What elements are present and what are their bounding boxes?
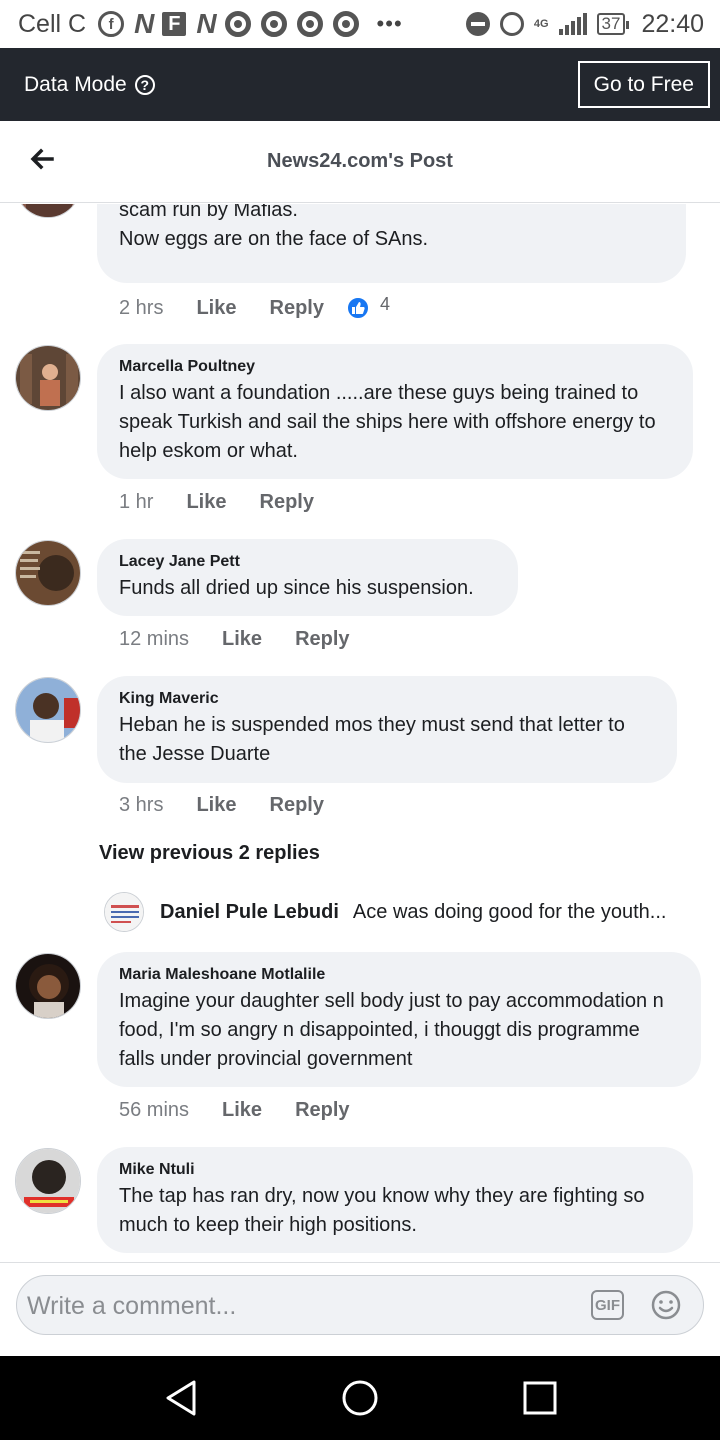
comment-bubble: scam run by Mafias. Now eggs are on the … [97,204,686,283]
reply-avatar[interactable] [104,892,144,932]
facebook-icon: f [98,11,125,37]
commenter-avatar[interactable] [15,345,81,411]
like-button[interactable]: Like [196,794,236,817]
reply-button[interactable]: Reply [295,1099,349,1122]
system-nav-bar [0,1356,720,1440]
nav-recent-apps-icon[interactable] [522,1378,558,1418]
comment-time: 2 hrs [119,296,164,319]
comment-actions: 12 mins Like Reply [119,628,350,651]
reply-text: Ace was doing good for the youth... [352,900,667,923]
like-reaction-icon[interactable] [345,296,370,320]
comments-list[interactable]: scam run by Mafias. Now eggs are on the … [0,204,720,1262]
comment-text: Imagine your daughter sell body just to … [119,990,664,1070]
comment-text: scam run by Mafias. Now eggs are on the … [119,204,429,250]
reply-button[interactable]: Reply [260,491,314,514]
nav-back-icon[interactable] [164,1378,198,1418]
comment-bubble: Marcella Poultney I also want a foundati… [97,344,693,479]
data-mode-bar: Data Mode ? Go to Free [0,48,720,121]
signal-icon [558,13,587,35]
comment-bubble: Maria Maleshoane Motlalile Imagine your … [97,952,701,1087]
comment-actions: 56 mins Like Reply [119,1099,350,1122]
comment-time: 56 mins [119,1099,190,1121]
do-not-disturb-icon [465,12,490,36]
chrome-icon [260,11,287,37]
commenter-name[interactable]: Maria Maleshoane Motlalile [119,966,679,984]
commenter-name[interactable]: Marcella Poultney [119,358,671,376]
reply-button[interactable]: Reply [295,628,349,651]
comment-time: 3 hrs [119,794,164,816]
commenter-avatar[interactable] [15,204,81,218]
go-to-free-button[interactable]: Go to Free [577,61,710,108]
comment-text: Heban he is suspended mos they must send… [119,714,625,765]
comment-composer[interactable]: GIF [16,1275,704,1335]
comment-input[interactable] [27,1286,577,1326]
data-mode-label: Data Mode [24,72,127,96]
comment-bubble: King Maveric Heban he is suspended mos t… [97,676,677,783]
clock: 22:40 [641,9,704,38]
comment-actions: 2 hrs Like Reply 4 [119,293,390,320]
commenter-avatar[interactable] [15,677,81,743]
like-button[interactable]: Like [222,628,262,651]
commenter-name[interactable]: Mike Ntuli [119,1161,671,1179]
n-app-icon: N [134,8,154,39]
back-arrow-icon[interactable] [28,145,56,173]
commenter-avatar[interactable] [15,1148,81,1214]
comment-composer-bar: GIF [0,1262,720,1356]
like-button[interactable]: Like [196,297,236,320]
chrome-icon [296,11,323,37]
reply-author-name[interactable]: Daniel Pule Lebudi [160,901,339,924]
network-type: 4G [533,18,549,30]
post-header: News24.com's Post [0,121,720,203]
chrome-icon [332,11,359,37]
comment-text: The tap has ran dry, now you know why th… [119,1185,645,1236]
comment-bubble: Mike Ntuli The tap has ran dry, now you … [97,1147,693,1253]
battery-icon: 37 [596,13,630,35]
reply-preview[interactable]: Daniel Pule Lebudi Ace was doing good fo… [104,891,704,933]
reaction-count: 4 [379,293,390,314]
help-icon[interactable]: ? [134,74,155,95]
n-app-icon: N [196,8,216,39]
like-button[interactable]: Like [222,1099,262,1122]
commenter-avatar[interactable] [15,953,81,1019]
comment-time: 12 mins [119,628,190,650]
nav-home-icon[interactable] [342,1378,378,1418]
chrome-icon [224,11,251,37]
comment-actions: 3 hrs Like Reply [119,794,324,817]
alarm-icon [499,12,524,36]
carrier-name: Cell C [18,9,87,38]
commenter-avatar[interactable] [15,540,81,606]
page-title: News24.com's Post [267,150,453,172]
emoji-icon[interactable] [650,1289,682,1321]
f-app-icon: F [162,12,187,36]
gif-button[interactable]: GIF [591,1290,624,1320]
like-button[interactable]: Like [186,491,226,514]
comment-bubble: Lacey Jane Pett Funds all dried up since… [97,539,518,616]
reply-button[interactable]: Reply [270,297,324,320]
reply-button[interactable]: Reply [270,794,324,817]
more-dots-icon: ••• [376,11,403,36]
commenter-name[interactable]: Lacey Jane Pett [119,553,496,571]
comment-text: Funds all dried up since his suspension. [119,577,474,599]
view-previous-replies-link[interactable]: View previous 2 replies [99,842,320,865]
comment-actions: 1 hr Like Reply [119,491,314,514]
status-bar: Cell C f N F N ••• 4G 37 22:40 [0,0,720,48]
comment-text: I also want a foundation .....are these … [119,382,656,462]
commenter-name[interactable]: King Maveric [119,690,655,708]
comment-time: 1 hr [119,491,154,513]
